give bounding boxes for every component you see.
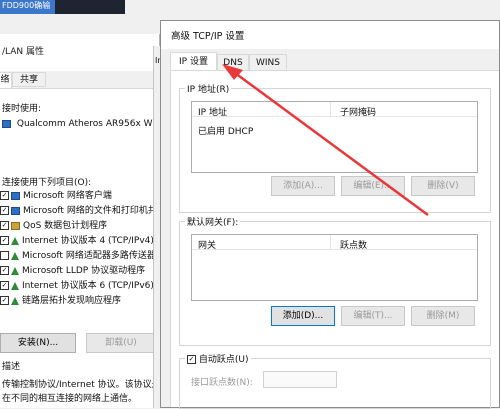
gateway-list[interactable]: 网关 跃点数 (191, 234, 478, 301)
gateway-edit-button[interactable]: 编辑(T)... (341, 306, 405, 326)
ip-add-button-label: 添加(A)... (283, 181, 323, 191)
description-line-1: 传输控制协议/Internet 协议。该协议是 (2, 380, 161, 390)
ip-address-list[interactable]: IP 地址 子网掩码 已启用 DHCP (191, 101, 478, 173)
wlan-tab-sharing[interactable]: 共享 (12, 72, 46, 87)
adapter-row: Qualcomm Atheros AR956x Wi (2, 119, 155, 129)
item-checkbox[interactable]: ✓ (0, 266, 9, 275)
ip-edit-button[interactable]: 编辑(E)... (341, 176, 405, 196)
item-label: Internet 协议版本 6 (TCP/IPv6) (22, 281, 154, 291)
list-item[interactable]: ✓ Internet 协议版本 6 (TCP/IPv6) (0, 280, 154, 293)
item-label: Microsoft 网络适配器多路传送器 (22, 251, 156, 261)
top-fragment-dark (55, 0, 125, 14)
connect-using-label: 接时使用: (2, 104, 42, 114)
wlan-properties-window: /LAN 属性 络 共享 接时使用: Qualcomm Atheros AR95… (0, 34, 161, 408)
item-checkbox[interactable] (0, 251, 9, 260)
list-item[interactable]: ✓ QoS 数据包计划程序 (0, 220, 107, 233)
header-divider (330, 235, 331, 249)
wlan-title: /LAN 属性 (2, 47, 45, 57)
tab-ip-settings[interactable]: IP 设置 (170, 52, 217, 71)
wlan-tab-network[interactable]: 络 (0, 72, 12, 88)
item-checkbox[interactable]: ✓ (0, 236, 9, 245)
gateway-add-button-label: 添加(D)... (282, 311, 324, 321)
auto-metric-label: 自动跃点(U) (198, 355, 249, 365)
description-label: 描述 (2, 362, 21, 372)
ip-list-header: IP 地址 子网掩码 (192, 102, 477, 118)
items-label: 连接使用下列项目(O): (2, 178, 92, 188)
advanced-tcpip-dialog: 高级 TCP/IP 设置 IP 设置 DNS WINS IP 地址(R) IP … (160, 20, 500, 409)
install-button[interactable]: 安装(N)... (0, 333, 76, 353)
list-item[interactable]: ✓ 链路层拓扑发现响应程序 (0, 295, 121, 305)
item-checkbox[interactable]: ✓ (0, 296, 9, 305)
item-checkbox[interactable]: ✓ (0, 281, 9, 290)
tab-wins[interactable]: WINS (249, 54, 287, 71)
network-icon (11, 191, 20, 200)
gateway-group-label: 默认网关(F): (185, 215, 241, 228)
tab-dns[interactable]: DNS (217, 54, 249, 71)
ip-remove-button[interactable]: 删除(V) (411, 176, 475, 196)
subnet-column-header[interactable]: 子网掩码 (340, 105, 376, 118)
top-fragment-label: FDD900确输 (2, 1, 51, 10)
uninstall-button-label: 卸载(U) (105, 338, 137, 348)
protocol-icon (11, 251, 19, 260)
tab-wins-label: WINS (256, 58, 280, 68)
item-checkbox[interactable]: ✓ (0, 221, 9, 230)
ip-address-group-label: IP 地址(R) (185, 82, 232, 95)
dialog-title: 高级 TCP/IP 设置 (171, 31, 245, 42)
interface-metric-label: 接口跃点数(N): (191, 378, 253, 388)
list-item[interactable]: ✓ Internet 协议版本 4 (TCP/IPv4) (0, 235, 154, 248)
protocol-icon (11, 266, 19, 275)
ip-edit-button-label: 编辑(E)... (353, 181, 393, 191)
list-item[interactable]: ✓ Microsoft LLDP 协议驱动程序 (0, 265, 145, 278)
gateway-column-header[interactable]: 网关 (198, 238, 216, 251)
list-item[interactable]: ✓ Microsoft 网络的文件和打印机共 (0, 205, 157, 218)
protocol-icon (11, 236, 19, 245)
wlan-tab-sharing-label: 共享 (19, 75, 38, 85)
item-label: Internet 协议版本 4 (TCP/IPv4) (22, 236, 154, 246)
list-item[interactable]: Microsoft 网络适配器多路传送器 (0, 250, 156, 263)
gateway-remove-button[interactable]: 删除(M) (411, 306, 475, 326)
tab-ip-settings-label: IP 设置 (179, 57, 208, 67)
item-checkbox[interactable]: ✓ (0, 206, 9, 215)
item-label: Microsoft LLDP 协议驱动程序 (22, 266, 146, 276)
item-label: Microsoft 网络客户端 (23, 191, 112, 201)
adapter-name: Qualcomm Atheros AR956x Wi (16, 119, 155, 129)
auto-metric-checkbox[interactable]: ✓ (187, 355, 196, 364)
install-button-label: 安装(N)... (17, 338, 59, 348)
ip-remove-button-label: 删除(V) (427, 181, 459, 191)
components-list[interactable]: ✓ Microsoft 网络客户端 ✓ Microsoft 网络的文件和打印机共 ✓… (0, 190, 158, 305)
item-label: QoS 数据包计划程序 (23, 221, 108, 231)
protocol-icon (11, 281, 19, 290)
gateway-edit-button-label: 编辑(T)... (353, 311, 393, 321)
protocol-icon (11, 296, 19, 305)
metric-column-header[interactable]: 跃点数 (340, 238, 367, 251)
item-label: 链路层拓扑发现响应程序 (22, 296, 122, 305)
auto-metric-row[interactable]: ✓ 自动跃点(U) (185, 352, 251, 365)
interface-metric-input[interactable] (263, 371, 337, 388)
qos-icon (11, 221, 20, 230)
top-fragment: FDD900确输 (0, 0, 55, 14)
gateway-remove-button-label: 删除(M) (426, 311, 460, 321)
gateway-add-button[interactable]: 添加(D)... (271, 306, 335, 326)
tab-dns-label: DNS (223, 58, 243, 68)
ip-column-header[interactable]: IP 地址 (198, 105, 227, 118)
adapter-icon (2, 119, 11, 128)
description-line-2: 在不同的相互连接的网络上通信。 (2, 394, 138, 404)
wlan-tab-network-label: 络 (0, 75, 10, 85)
ip-add-button[interactable]: 添加(A)... (271, 176, 335, 196)
gateway-list-header: 网关 跃点数 (192, 235, 477, 251)
item-label: Microsoft 网络的文件和打印机共 (23, 206, 157, 216)
table-row[interactable]: 已启用 DHCP (198, 124, 253, 137)
header-divider (330, 102, 331, 116)
network-icon (11, 206, 20, 215)
uninstall-button[interactable]: 卸载(U) (86, 333, 156, 353)
item-checkbox[interactable]: ✓ (0, 191, 9, 200)
list-item[interactable]: ✓ Microsoft 网络客户端 (0, 190, 112, 203)
